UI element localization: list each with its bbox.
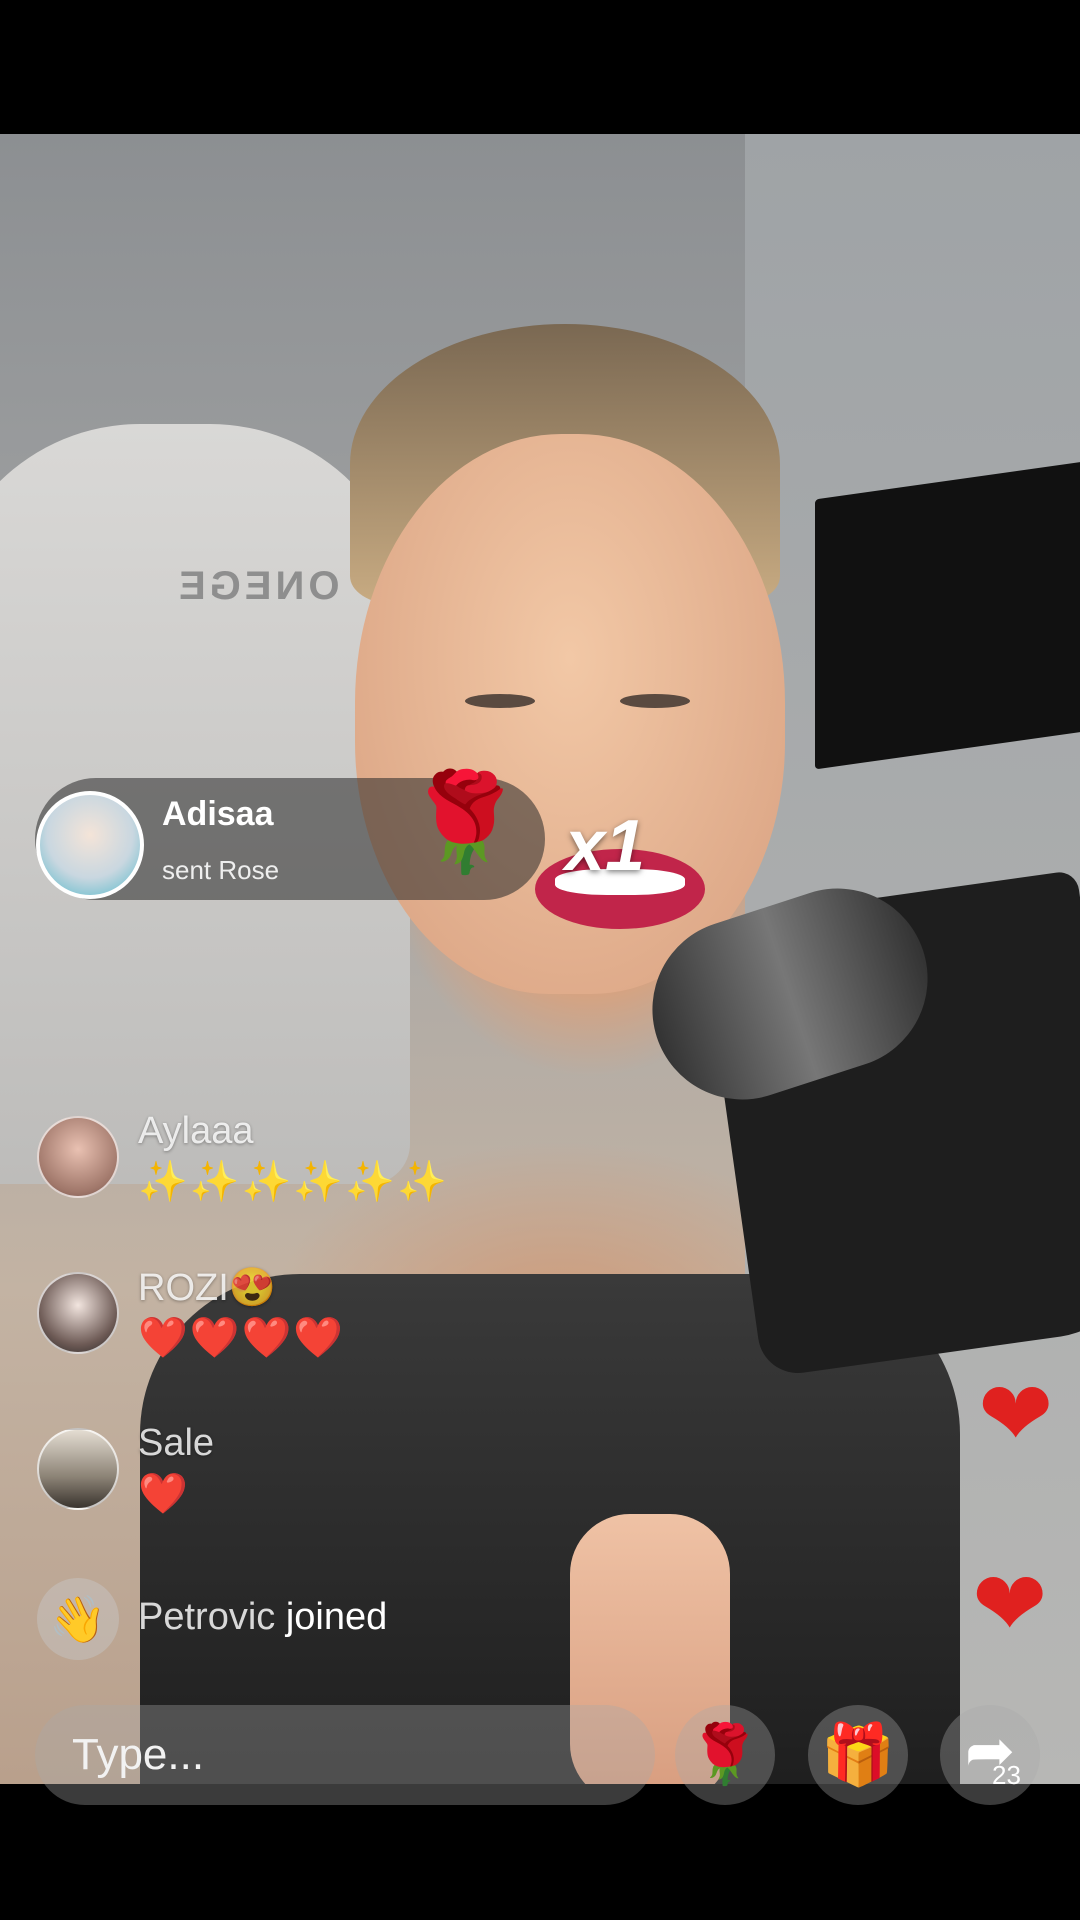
background-tv	[815, 458, 1080, 770]
live-video: ONEGE	[0, 134, 1080, 1784]
gift-action-text: sent Rose	[162, 855, 280, 885]
comment-message: ❤️	[138, 1472, 190, 1516]
share-button[interactable]: ➦	[940, 1705, 1040, 1805]
comment-input-placeholder: Type...	[72, 1730, 205, 1779]
join-notice: Petrovic joined	[138, 1596, 387, 1639]
gift-count: x1	[565, 806, 646, 886]
heart-icon: ❤	[972, 1555, 1048, 1655]
rose-icon: 🌹	[405, 769, 525, 876]
streamer-eye-right	[620, 694, 690, 708]
comment-username: Aylaaa	[138, 1110, 254, 1152]
join-username: Petrovic	[138, 1596, 276, 1638]
rose-icon: 🌹	[688, 1722, 762, 1787]
comment-message: ✨✨✨✨✨✨	[138, 1160, 449, 1204]
rose-gift-button[interactable]: 🌹	[675, 1705, 775, 1805]
comment-username: Sale	[138, 1422, 215, 1464]
comment-username: ROZI😍	[138, 1267, 277, 1309]
comment-avatar[interactable]	[37, 1428, 119, 1510]
comment-avatar[interactable]	[37, 1272, 119, 1354]
share-count: 23	[992, 1760, 1021, 1790]
heart-icon: ❤	[978, 1365, 1054, 1465]
chair-logo: ONEGE	[175, 564, 340, 608]
comment-avatar[interactable]	[37, 1116, 119, 1198]
gift-icon: 🎁	[820, 1721, 896, 1788]
gift-sender-avatar[interactable]	[36, 791, 144, 899]
comment-message: ❤️❤️❤️❤️	[138, 1316, 346, 1360]
streamer-eye-left	[465, 694, 535, 708]
wave-hand-icon: 👋	[37, 1578, 119, 1660]
gift-sender-name: Adisaa	[162, 795, 274, 833]
join-verb: joined	[285, 1596, 388, 1638]
gift-button[interactable]: 🎁	[808, 1705, 908, 1805]
